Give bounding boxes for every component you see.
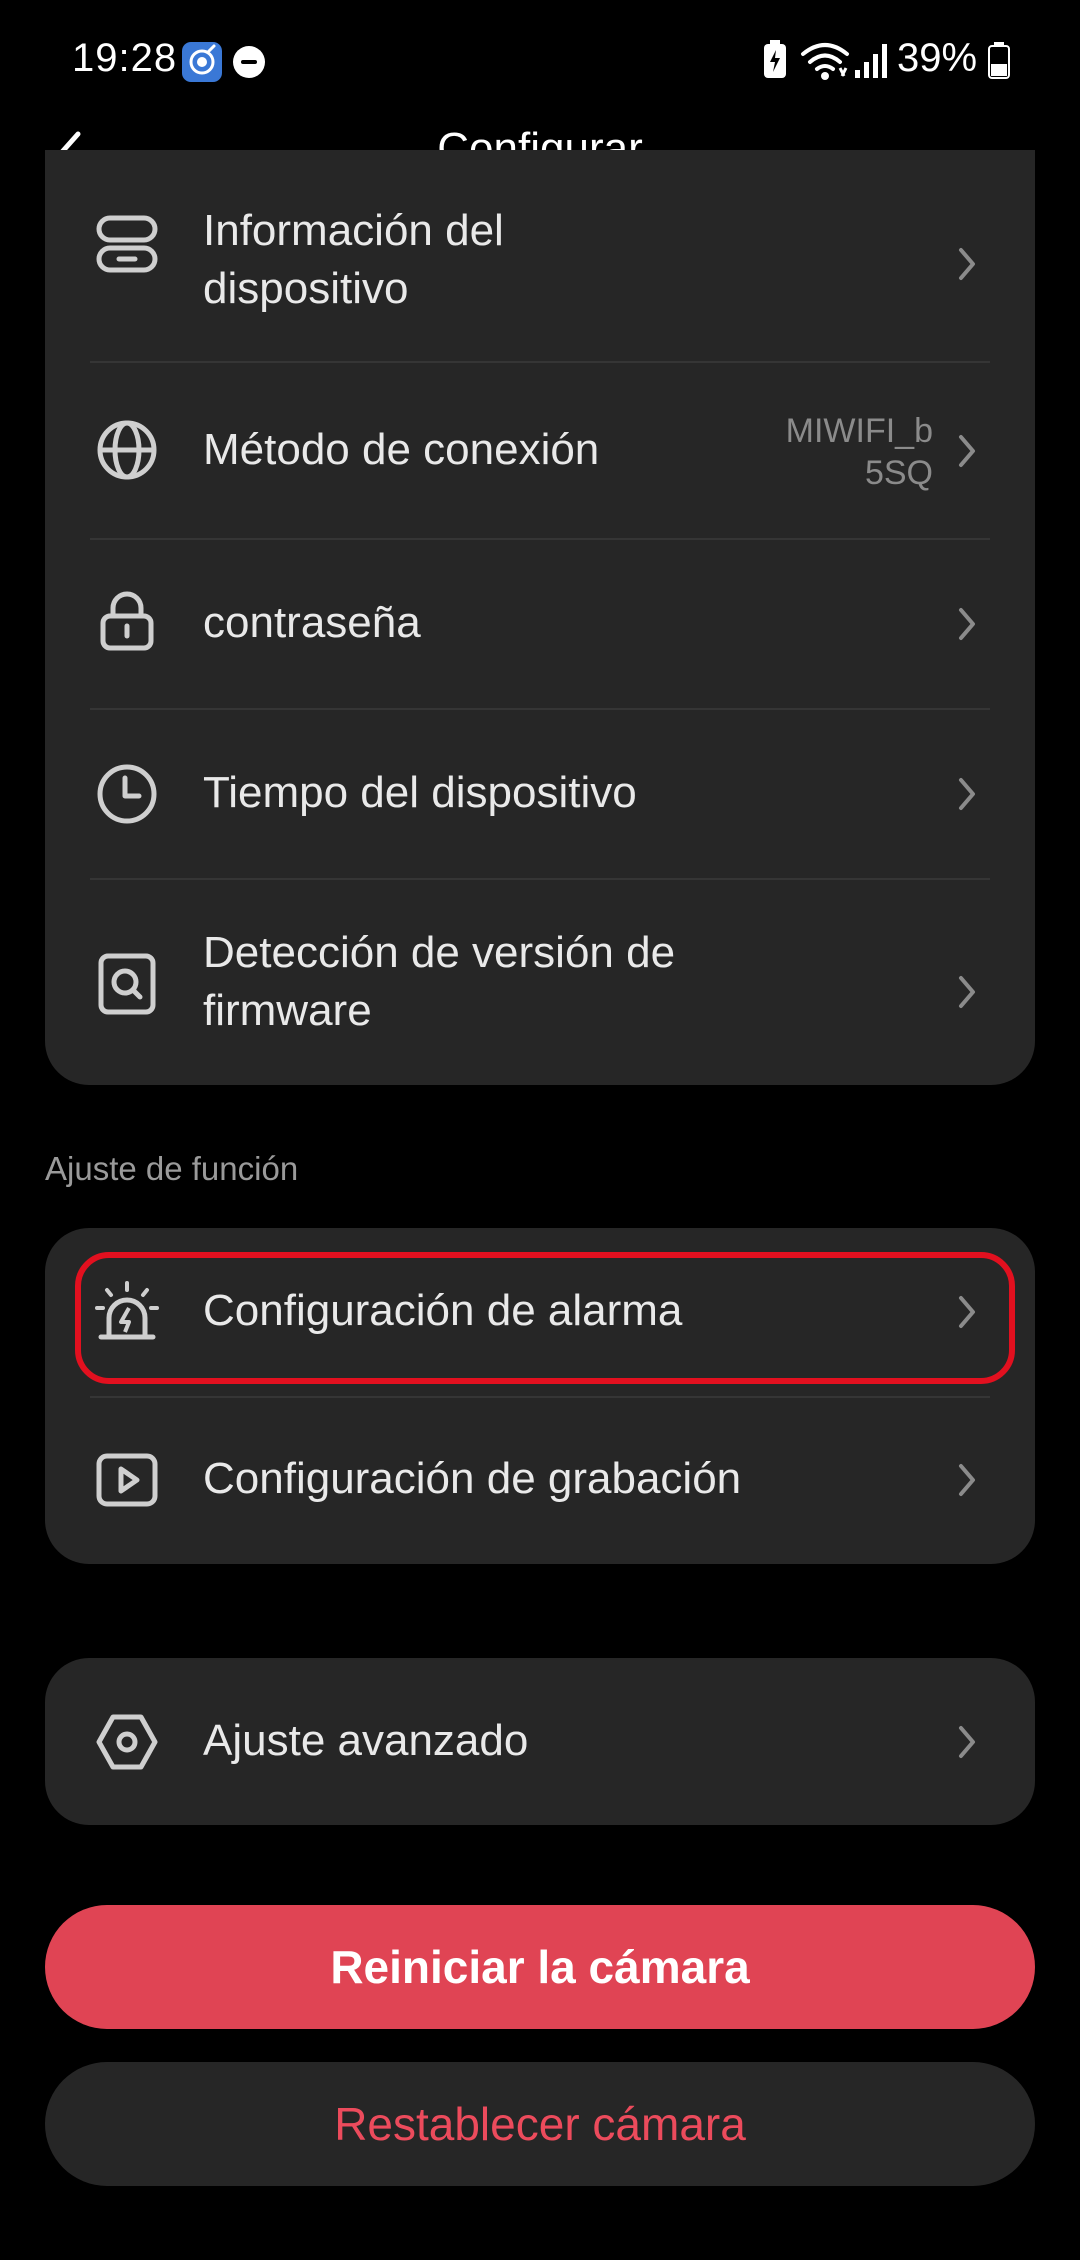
video-play-icon [95, 1448, 159, 1512]
status-bar: 19:28 39% [0, 0, 1080, 120]
password-label: contraseña [203, 598, 421, 647]
device-info-label-line1: Información del [203, 206, 504, 255]
hexagon-settings-icon [95, 1710, 159, 1774]
advanced-settings-label: Ajuste avanzado [203, 1716, 529, 1765]
firmware-label-line1: Detección de versión de [203, 928, 676, 977]
app-notification-icon [182, 42, 222, 82]
connection-method-label: Método de conexión [203, 425, 600, 474]
chevron-right-icon [953, 429, 981, 473]
recording-settings-label: Configuración de grabación [203, 1454, 742, 1503]
firmware-label-line2: firmware [203, 986, 372, 1035]
device-info-icon [95, 212, 159, 276]
do-not-disturb-icon [233, 46, 265, 78]
device-time-row[interactable]: Tiempo del dispositivo [45, 710, 1035, 878]
reboot-camera-button[interactable]: Reiniciar la cámara [45, 1905, 1035, 2029]
app-screen: 19:28 39% Configurar Información del dis… [0, 0, 1080, 2260]
device-info-row[interactable]: Información del dispositivo [45, 150, 1035, 362]
wifi-icon [800, 38, 850, 82]
connection-method-row[interactable]: Método de conexión MIWIFI_b 5SQ [45, 363, 1035, 538]
battery-saver-icon [762, 38, 788, 82]
connection-value-line2: 5SQ [864, 454, 933, 492]
connection-value-line1: MIWIFI_b [785, 412, 933, 450]
firmware-search-icon [95, 952, 159, 1016]
device-settings-card: Información del dispositivo Método de co… [45, 150, 1035, 1085]
advanced-settings-card[interactable]: Ajuste avanzado [45, 1658, 1035, 1825]
battery-icon [988, 38, 1010, 82]
device-time-label: Tiempo del dispositivo [203, 768, 637, 817]
chevron-right-icon [953, 1458, 981, 1502]
chevron-right-icon [953, 242, 981, 286]
device-info-label-line2: dispositivo [203, 264, 409, 313]
status-time: 19:28 [72, 36, 178, 80]
chevron-right-icon [953, 602, 981, 646]
battery-percent: 39% [897, 36, 978, 80]
section-title: Ajuste de función [45, 1150, 299, 1187]
clock-icon [95, 762, 159, 826]
alarm-highlight-box [75, 1252, 1015, 1384]
globe-icon [95, 418, 159, 482]
signal-icon [853, 38, 889, 82]
firmware-check-row[interactable]: Detección de versión de firmware [45, 880, 1035, 1085]
recording-settings-row[interactable]: Configuración de grabación [45, 1398, 1035, 1564]
chevron-right-icon [953, 970, 981, 1014]
reset-camera-button[interactable]: Restablecer cámara [45, 2062, 1035, 2186]
chevron-right-icon [953, 1720, 981, 1764]
password-row[interactable]: contraseña [45, 540, 1035, 708]
chevron-right-icon [953, 772, 981, 816]
lock-icon [95, 588, 159, 652]
